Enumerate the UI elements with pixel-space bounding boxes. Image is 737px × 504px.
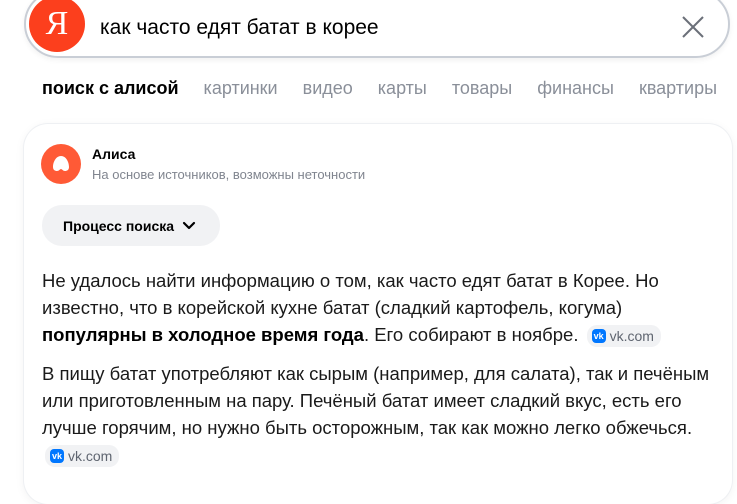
- answer-disclaimer: На основе источников, возможны неточност…: [92, 167, 366, 182]
- tab-products[interactable]: товары: [452, 78, 512, 99]
- tab-images[interactable]: картинки: [204, 78, 278, 99]
- close-icon: [682, 16, 704, 38]
- clear-search-button[interactable]: [680, 14, 706, 40]
- chevron-down-icon: [182, 221, 196, 229]
- alice-avatar: [41, 144, 81, 184]
- yandex-logo[interactable]: Я: [29, 0, 85, 52]
- vk-icon: vk: [50, 449, 64, 463]
- answer-highlight: популярны в холодное время года: [42, 324, 364, 345]
- search-input[interactable]: как часто едят батат в корее: [100, 16, 379, 40]
- assistant-name: Алиса: [92, 146, 136, 162]
- source-domain: vk.com: [609, 328, 654, 344]
- vk-icon: vk: [591, 329, 606, 343]
- source-link[interactable]: vk vk.com: [586, 325, 661, 347]
- answer-text: Не удалось найти информацию о том, как ч…: [42, 270, 659, 318]
- source-domain: vk.com: [68, 448, 113, 464]
- answer-paragraph: В пищу батат употребляют как сырым (напр…: [42, 360, 722, 468]
- search-tabs: поиск с алисой картинки видео карты това…: [42, 78, 737, 99]
- tab-video[interactable]: видео: [303, 78, 353, 99]
- search-process-label: Процесс поиска: [63, 217, 175, 234]
- tab-apartments[interactable]: квартиры: [639, 78, 717, 99]
- alice-icon: [53, 156, 69, 171]
- tab-finance[interactable]: финансы: [537, 78, 614, 99]
- answer-paragraph: Не удалось найти информацию о том, как ч…: [42, 267, 722, 348]
- search-process-button[interactable]: Процесс поиска: [42, 205, 220, 246]
- yandex-logo-letter: Я: [45, 5, 69, 42]
- alice-answer-card: Алиса На основе источников, возможны нет…: [24, 124, 732, 504]
- tab-alice-search[interactable]: поиск с алисой: [42, 78, 179, 99]
- tab-maps[interactable]: карты: [378, 78, 427, 99]
- answer-text-tail: . Его собирают в ноябре.: [363, 324, 579, 345]
- source-link[interactable]: vk vk.com: [45, 445, 120, 467]
- answer-text: В пищу батат употребляют как сырым (напр…: [42, 363, 710, 438]
- search-bar[interactable]: Я как часто едят батат в корее: [24, 0, 730, 58]
